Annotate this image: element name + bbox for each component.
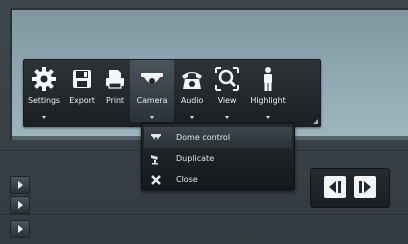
telephone-icon: [179, 66, 205, 92]
person-icon: [255, 66, 281, 92]
close-icon: [150, 174, 162, 186]
view-button[interactable]: View: [210, 60, 244, 122]
highlight-label: Highlight: [250, 96, 286, 105]
previous-icon: [329, 181, 341, 193]
save-icon: [69, 66, 95, 92]
menu-item-duplicate[interactable]: Duplicate: [142, 148, 294, 169]
next-button[interactable]: [354, 176, 376, 198]
dome-camera-icon: [150, 132, 162, 144]
highlight-button[interactable]: Highlight: [244, 60, 292, 122]
export-button[interactable]: Export: [64, 60, 100, 122]
chevron-down-icon: [150, 116, 154, 119]
menu-item-label: Dome control: [176, 133, 231, 142]
expand-arrow-button[interactable]: [10, 196, 30, 214]
menu-item-close[interactable]: Close: [142, 169, 294, 190]
expand-arrow-button[interactable]: [10, 176, 30, 194]
menu-item-dome-control[interactable]: Dome control: [144, 127, 292, 148]
camera-dropdown-menu: Dome control Duplicate Close: [141, 123, 295, 190]
divider-line: [0, 214, 408, 215]
menu-item-label: Close: [176, 175, 198, 184]
audio-label: Audio: [180, 96, 204, 105]
chevron-down-icon: [42, 116, 46, 119]
main-toolbar: Settings Export Print Camera Audio View …: [23, 59, 321, 127]
next-icon: [359, 181, 371, 193]
toolbar-resize-corner[interactable]: [313, 119, 318, 124]
menu-item-label: Duplicate: [176, 154, 215, 163]
printer-icon: [102, 66, 128, 92]
dome-camera-icon: [139, 66, 165, 92]
print-button[interactable]: Print: [100, 60, 130, 122]
camera-button[interactable]: Camera: [130, 60, 174, 122]
chevron-down-icon: [190, 116, 194, 119]
application-frame: Settings Export Print Camera Audio View …: [0, 0, 408, 244]
gear-icon: [31, 66, 57, 92]
settings-label: Settings: [27, 96, 60, 105]
duplicate-camera-icon: [150, 153, 162, 165]
chevron-down-icon: [225, 116, 229, 119]
chevron-down-icon: [266, 116, 270, 119]
magnifier-icon: [214, 66, 240, 92]
expand-arrow-button[interactable]: [10, 220, 30, 238]
settings-button[interactable]: Settings: [24, 60, 64, 122]
export-label: Export: [69, 96, 95, 105]
print-label: Print: [106, 96, 124, 105]
audio-button[interactable]: Audio: [174, 60, 210, 122]
previous-button[interactable]: [324, 176, 346, 198]
view-label: View: [217, 96, 237, 105]
camera-label: Camera: [136, 96, 168, 105]
playback-navigation: [310, 168, 390, 208]
